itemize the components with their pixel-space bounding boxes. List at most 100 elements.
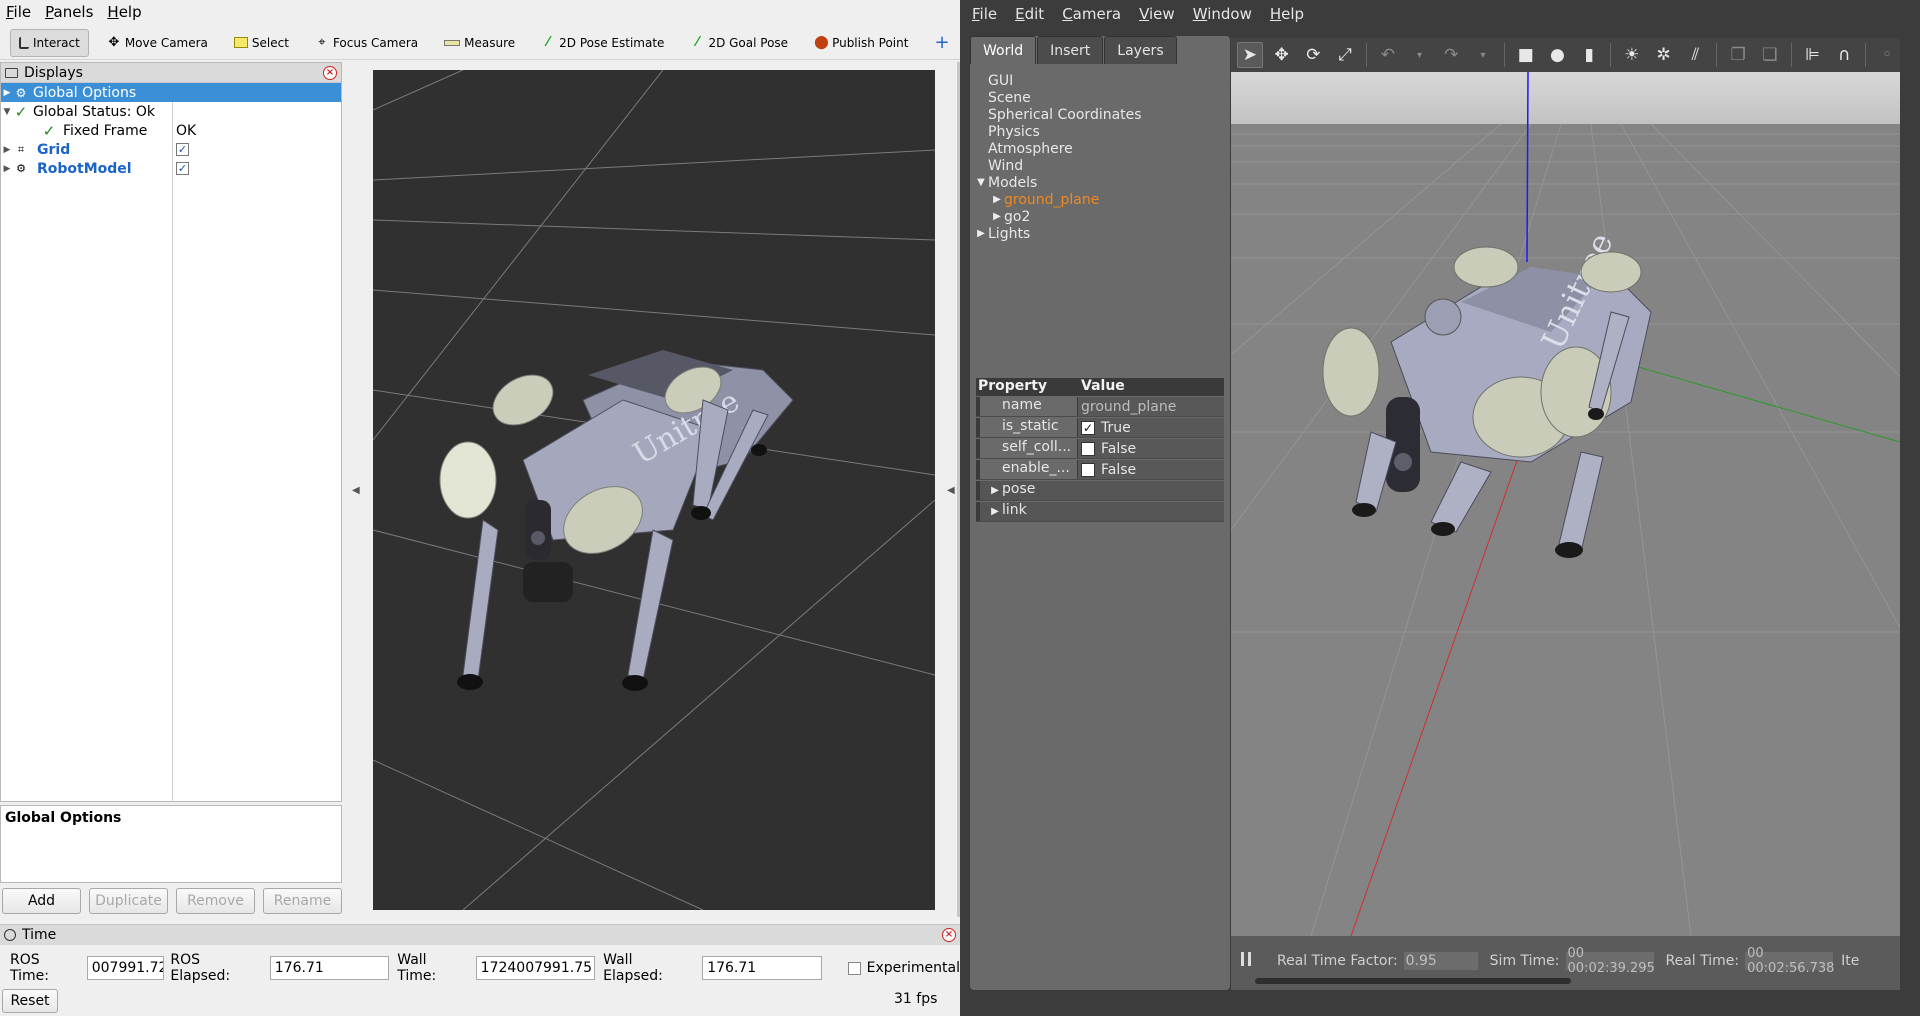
focus-camera-tool-button[interactable]: ⌖ Focus Camera	[307, 29, 426, 57]
insert-cylinder-button[interactable]: ▮	[1576, 42, 1602, 68]
is-static-checkbox[interactable]: ✓	[1081, 420, 1095, 435]
insert-box-button[interactable]: ■	[1513, 42, 1539, 68]
collapse-triangle-icon[interactable]: ▼	[1, 107, 13, 117]
tab-insert[interactable]: Insert	[1037, 36, 1104, 64]
expand-triangle-icon[interactable]: ▶	[990, 194, 1004, 205]
tree-item-ground-plane[interactable]: ▶ ground_plane	[974, 191, 1224, 208]
rotate-mode-button[interactable]: ⟳	[1301, 42, 1327, 68]
select-mode-button[interactable]: ➤	[1237, 42, 1263, 68]
point-light-button[interactable]: ☀	[1619, 42, 1645, 68]
displays-button-row: Add Duplicate Remove Rename	[0, 888, 342, 916]
expand-triangle-icon[interactable]: ▶	[1, 164, 13, 174]
rename-display-button[interactable]: Rename	[263, 888, 342, 914]
tab-world[interactable]: World	[970, 36, 1037, 64]
tree-item-gui[interactable]: GUI	[974, 72, 1224, 89]
redo-button[interactable]: ↷	[1438, 42, 1464, 68]
move-camera-tool-button[interactable]: ✥ Move Camera	[99, 29, 216, 57]
tree-item-atmosphere[interactable]: Atmosphere	[974, 140, 1224, 157]
gazebo-menu-camera[interactable]: Camera	[1062, 5, 1121, 23]
property-group-link[interactable]: ▶ link	[976, 502, 1224, 522]
name-key: name	[976, 397, 1077, 416]
tree-item-go2[interactable]: ▶ go2	[974, 208, 1224, 225]
pause-button[interactable]	[1241, 952, 1251, 966]
expand-triangle-icon[interactable]: ▶	[988, 506, 1002, 517]
expand-triangle-icon[interactable]: ▶	[990, 211, 1004, 222]
interact-tool-button[interactable]: Interact	[10, 28, 89, 57]
gazebo-3d-viewport[interactable]: Unitree	[1231, 72, 1900, 936]
directional-light-button[interactable]: ⫽	[1683, 42, 1709, 68]
tree-row-robot-model[interactable]: ▶ ⚙ RobotModel ✓	[1, 159, 341, 178]
goal-pose-tool-button[interactable]: ⁄ 2D Goal Pose	[682, 29, 796, 57]
robot-model-enabled-checkbox[interactable]: ✓	[176, 162, 189, 175]
property-group-pose[interactable]: ▶ pose	[976, 481, 1224, 501]
close-icon[interactable]: ×	[323, 66, 337, 80]
select-tool-button[interactable]: Select	[226, 29, 297, 57]
tree-item-lights[interactable]: ▶ Lights	[974, 225, 1224, 242]
gazebo-menu-view[interactable]: View	[1139, 5, 1175, 23]
snap-button[interactable]: ∩	[1831, 42, 1857, 68]
spot-light-button[interactable]: ✲	[1651, 42, 1677, 68]
horizontal-scrollbar[interactable]	[1255, 978, 1571, 984]
expand-triangle-icon[interactable]: ▶	[974, 228, 988, 239]
insert-sphere-button[interactable]: ●	[1545, 42, 1571, 68]
undo-dropdown[interactable]: ▾	[1407, 42, 1433, 68]
measure-tool-button[interactable]: Measure	[436, 29, 523, 57]
tree-item-models[interactable]: ▼ Models	[974, 174, 1224, 191]
displays-panel: Displays × ▶ ⚙ Global Options ▼ ✓ Global…	[0, 62, 342, 802]
gazebo-menu-file[interactable]: File	[972, 5, 997, 23]
tree-item-wind[interactable]: Wind	[974, 157, 1224, 174]
undo-button[interactable]: ↶	[1375, 42, 1401, 68]
enable-wind-checkbox[interactable]	[1081, 462, 1095, 477]
rviz-menu-help[interactable]: Help	[107, 3, 141, 21]
remove-display-button[interactable]: Remove	[176, 888, 255, 914]
map-pin-icon: ⬤	[814, 34, 829, 50]
publish-point-tool-button[interactable]: ⬤ Publish Point	[806, 29, 916, 57]
reset-button[interactable]: Reset	[2, 989, 58, 1013]
close-icon[interactable]: ×	[942, 928, 956, 942]
rviz-menu-file[interactable]: File	[6, 3, 31, 21]
tree-row-global-options[interactable]: ▶ ⚙ Global Options	[1, 83, 341, 102]
sky	[1231, 72, 1900, 124]
screenshot-button[interactable]: ◦	[1874, 42, 1900, 68]
global-status-label: Global Status: Ok	[33, 103, 156, 120]
copy-button[interactable]: ❐	[1725, 42, 1751, 68]
gazebo-menu-edit[interactable]: Edit	[1015, 5, 1044, 23]
ros-elapsed-field[interactable]: 176.71	[269, 956, 390, 980]
expand-triangle-icon[interactable]: ▶	[988, 485, 1002, 496]
tree-row-fixed-frame[interactable]: ✓ Fixed Frame OK	[1, 121, 341, 140]
tree-item-physics[interactable]: Physics	[974, 123, 1224, 140]
gazebo-menu-help[interactable]: Help	[1270, 5, 1304, 23]
tree-item-scene[interactable]: Scene	[974, 89, 1224, 106]
wall-time-field[interactable]: 1724007991.75	[475, 956, 596, 980]
scale-mode-button[interactable]: ⤢	[1332, 42, 1358, 68]
tree-row-global-status[interactable]: ▼ ✓ Global Status: Ok	[1, 102, 341, 121]
collapse-right-arrow-icon[interactable]: ◀	[947, 485, 955, 496]
rviz-3d-viewport[interactable]: Unitree 02	[373, 70, 935, 910]
tab-layers[interactable]: Layers	[1104, 36, 1177, 64]
redo-dropdown[interactable]: ▾	[1470, 42, 1496, 68]
self-collide-checkbox[interactable]	[1081, 441, 1095, 456]
collapse-left-arrow-icon[interactable]: ◀	[352, 485, 360, 496]
expand-triangle-icon[interactable]: ▶	[1, 145, 13, 155]
tree-row-grid[interactable]: ▶ ⌗ Grid ✓	[1, 140, 341, 159]
align-button[interactable]: ⊫	[1800, 42, 1826, 68]
toolbar-separator	[1610, 43, 1612, 67]
wall-elapsed-field[interactable]: 176.71	[702, 956, 822, 980]
time-title-bar: Time ×	[0, 925, 960, 945]
gazebo-menu-window[interactable]: Window	[1193, 5, 1252, 23]
paste-button[interactable]: ❏	[1757, 42, 1783, 68]
grid-enabled-checkbox[interactable]: ✓	[176, 143, 189, 156]
ros-time-field[interactable]: 007991.72	[86, 956, 165, 980]
pose-estimate-tool-button[interactable]: ⁄ 2D Pose Estimate	[533, 29, 672, 57]
is-static-key: is_static	[976, 418, 1077, 437]
add-display-button[interactable]: Add	[2, 888, 81, 914]
duplicate-display-button[interactable]: Duplicate	[89, 888, 168, 914]
collapse-triangle-icon[interactable]: ▼	[974, 177, 988, 188]
experimental-checkbox[interactable]	[847, 961, 861, 975]
rviz-menu-panels[interactable]: Panels	[45, 3, 93, 21]
translate-mode-button[interactable]: ✥	[1269, 42, 1295, 68]
tree-item-spherical-coordinates[interactable]: Spherical Coordinates	[974, 106, 1224, 123]
property-row-self-collide: self_coll... False	[976, 439, 1224, 459]
expand-triangle-icon[interactable]: ▶	[1, 88, 13, 98]
add-tool-button[interactable]: +	[926, 29, 956, 57]
